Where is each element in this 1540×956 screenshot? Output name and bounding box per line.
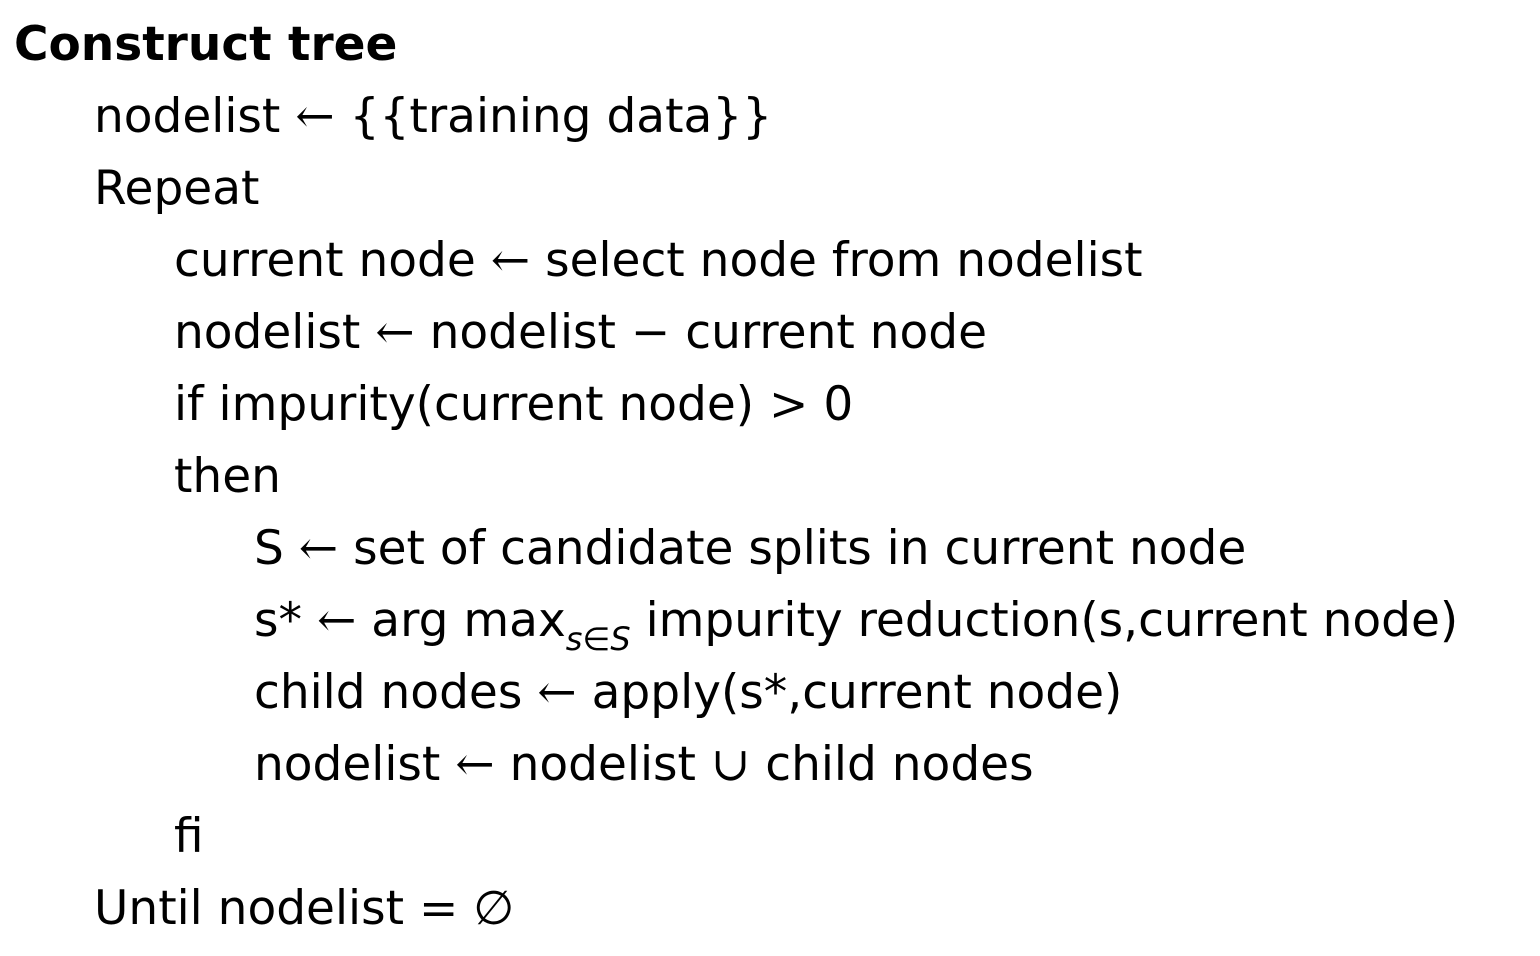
lhs: child nodes (254, 665, 523, 720)
line-if-impurity: if impurity(current node) > 0 (174, 374, 853, 436)
line-repeat: Repeat (94, 161, 260, 216)
assign-arrow: ← (295, 89, 335, 144)
line-then: then (174, 449, 281, 504)
operand-a: nodelist (509, 737, 696, 792)
equals-operator: = (418, 881, 459, 936)
algorithm-title: Construct tree (14, 17, 398, 72)
line-nodelist-init: nodelist ← {{training data}} (94, 86, 772, 148)
lhs: nodelist (94, 89, 281, 144)
argmax-subscript: s∈S (565, 620, 631, 658)
lhs: S (254, 521, 284, 576)
line-select-node: current node ← select node from nodelist (174, 230, 1143, 292)
assign-arrow: ← (490, 233, 531, 288)
empty-set-symbol: ∅ (473, 881, 515, 936)
operand-b: current node (685, 305, 988, 360)
condition: Until nodelist (94, 881, 404, 936)
lhs: nodelist (174, 305, 361, 360)
union-operator: ∪ (710, 737, 751, 792)
lhs: current node (174, 233, 476, 288)
line-union-children: nodelist ← nodelist ∪ child nodes (254, 734, 1034, 796)
greater-than-operator: > (769, 377, 809, 432)
lhs: s* (254, 593, 302, 648)
assign-arrow: ← (298, 521, 339, 576)
rhs: apply(s*,current node) (591, 665, 1123, 720)
assign-arrow: ← (375, 305, 415, 360)
line-best-split: s* ← arg maxs∈S impurity reduction(s,cur… (254, 590, 1459, 655)
argmax-operator: arg max (371, 593, 566, 648)
line-remove-node: nodelist ← nodelist − current node (174, 302, 987, 364)
rhs: select node from nodelist (545, 233, 1143, 288)
assign-arrow: ← (455, 737, 495, 792)
rhs: {{training data}} (349, 89, 773, 144)
operand-b: child nodes (765, 737, 1034, 792)
minus-operator: − (630, 305, 671, 360)
line-apply-split: child nodes ← apply(s*,current node) (254, 662, 1122, 724)
line-fi: fi (174, 809, 204, 864)
algorithm-block: Construct tree nodelist ← {{training dat… (0, 0, 1540, 956)
line-until: Until nodelist = ∅ (94, 878, 514, 940)
operand-a: nodelist (429, 305, 616, 360)
condition-value: 0 (823, 377, 854, 432)
assign-arrow: ← (537, 665, 577, 720)
rhs: impurity reduction(s,current node) (645, 593, 1459, 648)
rhs: set of candidate splits in current node (353, 521, 1247, 576)
line-candidate-splits: S ← set of candidate splits in current n… (254, 518, 1246, 580)
condition: if impurity(current node) (174, 377, 755, 432)
lhs: nodelist (254, 737, 441, 792)
assign-arrow: ← (316, 593, 357, 648)
